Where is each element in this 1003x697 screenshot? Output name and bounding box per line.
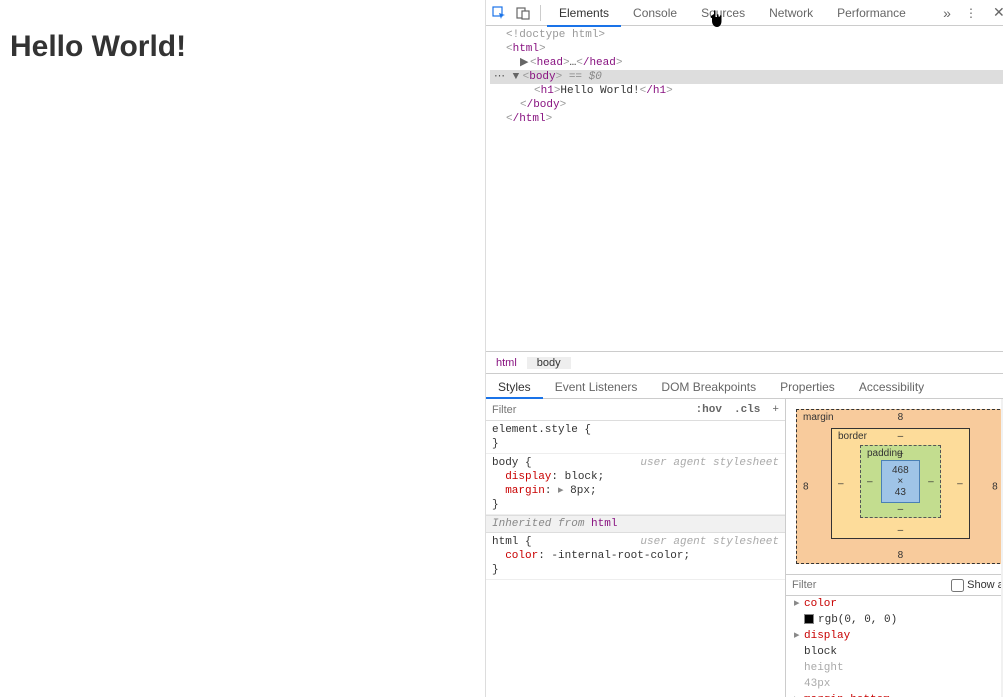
dom-tree[interactable]: <!doctype html> <html> ▶<head>…</head> ⋯…	[486, 26, 1003, 351]
devtools-panel: Elements Console Sources Network Perform…	[485, 0, 1003, 697]
inspect-element-icon[interactable]	[488, 2, 510, 24]
dom-html-open[interactable]: <html>	[490, 42, 1003, 56]
inherited-from-header: Inherited from html	[486, 515, 785, 533]
computed-value: rgb(0, 0, 0)	[786, 612, 1003, 628]
tab-network[interactable]: Network	[757, 0, 825, 26]
new-style-rule-button[interactable]: +	[766, 404, 785, 416]
hov-toggle[interactable]: :hov	[690, 404, 728, 416]
computed-column: margin 8 8 8 8 border – – – – padding	[786, 399, 1003, 697]
bm-border-label: border	[838, 431, 867, 442]
dom-doctype[interactable]: <!doctype html>	[506, 29, 605, 41]
show-all-checkbox[interactable]	[951, 579, 964, 592]
dom-h1[interactable]: <h1>Hello World!</h1>	[490, 84, 1003, 98]
styles-subtabs: Styles Event Listeners DOM Breakpoints P…	[486, 373, 1003, 399]
color-swatch-icon	[804, 614, 814, 624]
computed-value: 43px	[786, 676, 1003, 692]
device-toolbar-icon[interactable]	[512, 2, 534, 24]
computed-row[interactable]: ▸margin-bottom	[786, 692, 1003, 697]
rule-html[interactable]: user agent stylesheet html { color: -int…	[486, 533, 785, 580]
dom-breadcrumbs: html body	[486, 351, 1003, 373]
more-tabs-icon[interactable]: »	[937, 5, 957, 21]
rendered-page-content: Hello World!	[0, 0, 485, 697]
show-all-toggle[interactable]: Show all	[951, 579, 1003, 592]
tab-elements[interactable]: Elements	[547, 0, 621, 26]
dom-html-close[interactable]: </html>	[490, 112, 1003, 126]
computed-filter-row: Show all	[786, 574, 1003, 596]
rule-body[interactable]: user agent stylesheet body { display: bl…	[486, 454, 785, 515]
computed-row[interactable]: ▸display	[786, 628, 1003, 644]
computed-row[interactable]: ▸height	[786, 660, 1003, 676]
computed-value: block	[786, 644, 1003, 660]
subtab-event-listeners[interactable]: Event Listeners	[543, 374, 650, 398]
subtab-accessibility[interactable]: Accessibility	[847, 374, 936, 398]
panel-tabs: Elements Console Sources Network Perform…	[547, 0, 918, 26]
rule-element-style[interactable]: element.style { }	[486, 421, 785, 454]
bm-content-dims: 468 × 43	[881, 460, 920, 503]
devtools-toolbar: Elements Console Sources Network Perform…	[486, 0, 1003, 26]
close-devtools-icon[interactable]: ✕	[985, 4, 1003, 21]
toolbar-separator	[540, 5, 541, 21]
tab-performance[interactable]: Performance	[825, 0, 918, 26]
dom-body-close[interactable]: </body>	[490, 98, 1003, 112]
dom-head[interactable]: ▶<head>…</head>	[490, 56, 1003, 70]
cls-toggle[interactable]: .cls	[728, 404, 766, 416]
dom-body-open[interactable]: ⋯ ▼<body> == $0	[490, 70, 1003, 84]
page-heading: Hello World!	[10, 30, 477, 64]
inherited-from-link[interactable]: html	[591, 518, 617, 530]
subtab-properties[interactable]: Properties	[768, 374, 847, 398]
computed-properties-list: ▸color rgb(0, 0, 0) ▸display block ▸heig…	[786, 596, 1003, 697]
styles-filter-input[interactable]	[486, 404, 690, 416]
tab-sources[interactable]: Sources	[689, 0, 757, 26]
box-model-diagram[interactable]: margin 8 8 8 8 border – – – – padding	[786, 399, 1003, 574]
tab-console[interactable]: Console	[621, 0, 689, 26]
subtab-dom-breakpoints[interactable]: DOM Breakpoints	[649, 374, 768, 398]
subtab-styles[interactable]: Styles	[486, 374, 543, 398]
styles-filter-row: :hov .cls +	[486, 399, 785, 421]
styles-column: :hov .cls + element.style { } user agent…	[486, 399, 786, 697]
crumb-html[interactable]: html	[486, 357, 527, 369]
crumb-body[interactable]: body	[527, 357, 571, 369]
lower-panels: :hov .cls + element.style { } user agent…	[486, 399, 1003, 697]
computed-filter-input[interactable]	[792, 579, 945, 591]
computed-row[interactable]: ▸color	[786, 596, 1003, 612]
kebab-menu-icon[interactable]: ⋮	[959, 6, 983, 20]
bm-margin-label: margin	[803, 412, 834, 423]
